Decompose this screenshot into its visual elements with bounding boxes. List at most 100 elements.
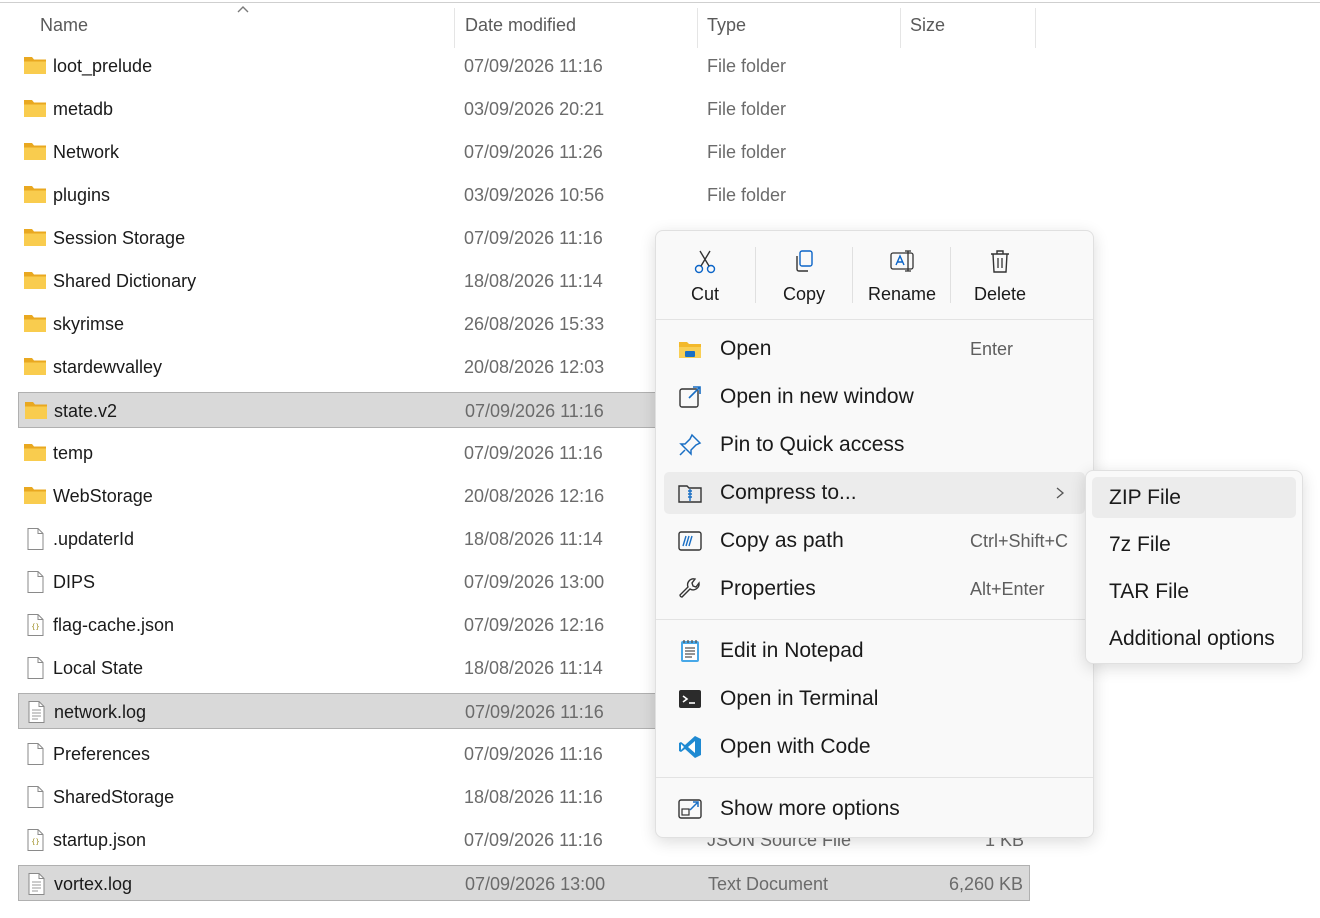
rename-button[interactable]: Rename [854,231,950,319]
file-date-modified: 07/09/2026 11:16 [464,228,603,248]
folder-icon [23,485,47,507]
column-header-name[interactable]: Name [40,4,88,44]
notepad-icon [681,640,699,662]
copy-button[interactable]: Copy [756,231,852,319]
menu-item-open[interactable]: Open Enter [664,328,1085,370]
file-row-network[interactable]: Network 07/09/2026 11:26 File folder [18,134,1030,170]
file-name: loot_prelude [53,56,153,76]
cut-label: Cut [690,284,719,304]
file-name: Network [53,142,120,162]
column-header-date-modified[interactable]: Date modified [465,4,576,44]
folder-icon [24,400,48,422]
menu-item-label: Open in new window [720,385,914,408]
file-date-modified: 07/09/2026 13:00 [465,874,606,894]
menu-item-show-more-options[interactable]: Show more options [664,788,1085,830]
file-type: File folder [707,99,787,119]
menu-item-pin-quick-access[interactable]: Pin to Quick access [664,424,1085,466]
file-date-modified: 07/09/2026 11:16 [464,56,603,76]
menu-item-label: Show more options [720,797,900,820]
folder-icon [23,55,47,77]
menu-separator [656,777,1093,778]
submenu-item-label: Additional options [1109,627,1275,650]
column-divider[interactable] [1035,8,1036,48]
submenu-item-label: 7z File [1109,533,1171,556]
menu-item-open-new-window[interactable]: Open in new window [664,376,1085,418]
file-name: metadb [53,99,114,119]
archive-icon [678,485,702,503]
file-size: 6,260 KB [948,874,1023,894]
file-row-plugins[interactable]: plugins 03/09/2026 10:56 File folder [18,177,1030,213]
menu-item-edit-in-notepad[interactable]: Edit in Notepad [664,630,1085,672]
file-name: stardewvalley [53,357,163,377]
file-name: SharedStorage [53,787,175,807]
file-name: Local State [53,658,144,678]
copy-icon [796,250,813,272]
menu-item-label: Copy as path [720,529,844,552]
rename-icon [890,250,914,272]
copy-path-icon [678,531,702,551]
column-divider[interactable] [900,8,901,48]
file-date-modified: 18/08/2026 11:14 [464,271,603,291]
quick-actions-divider [950,247,951,303]
menu-item-label: Properties [720,577,816,600]
sort-ascending-icon[interactable] [236,4,250,14]
submenu-item-zip-file[interactable]: ZIP File [1092,477,1296,518]
column-divider[interactable] [454,8,455,48]
submenu-item-label: ZIP File [1109,486,1181,509]
menu-item-label: Open with Code [720,735,871,758]
menu-item-label: Edit in Notepad [720,639,864,662]
file-row-loot-prelude[interactable]: loot_prelude 07/09/2026 11:16 File folder [18,48,1030,84]
file-type: File folder [707,185,787,205]
menu-item-open-with-code[interactable]: Open with Code [664,726,1085,768]
menu-item-compress-to[interactable]: Compress to... [664,472,1085,514]
file-icon [23,743,47,765]
column-header-bar: Name Date modified Type Size [0,4,1320,48]
submenu-item-7z-file[interactable]: 7z File [1092,524,1296,565]
file-name: state.v2 [54,401,118,421]
column-header-type[interactable]: Type [707,4,746,44]
file-name: WebStorage [53,486,153,506]
file-date-modified: 07/09/2026 11:16 [464,830,603,850]
menu-separator [656,319,1093,320]
file-date-modified: 07/09/2026 11:16 [464,744,603,764]
file-name: network.log [54,702,147,722]
file-name: Session Storage [53,228,186,248]
file-name: startup.json [53,830,147,850]
file-row-metadb[interactable]: metadb 03/09/2026 20:21 File folder [18,91,1030,127]
folder-icon [23,270,47,292]
submenu-item-tar-file[interactable]: TAR File [1092,571,1296,612]
file-type: File folder [707,56,787,76]
rename-label: Rename [867,284,937,304]
file-date-modified: 18/08/2026 11:16 [464,787,603,807]
file-type: File folder [707,142,787,162]
menu-separator [656,619,1093,620]
file-date-modified: 18/08/2026 11:14 [464,529,603,549]
file-date-modified: 07/09/2026 11:16 [465,702,604,722]
menu-item-copy-as-path[interactable]: Copy as path Ctrl+Shift+C [664,520,1085,562]
menu-item-properties[interactable]: Properties Alt+Enter [664,568,1085,610]
quick-actions-divider [852,247,853,303]
column-header-size[interactable]: Size [910,4,945,44]
column-divider[interactable] [697,8,698,48]
json-file-icon: {} [23,829,47,851]
delete-button[interactable]: Delete [952,231,1048,319]
file-date-modified: 07/09/2026 11:26 [464,142,603,162]
shortcut-text: Enter [970,339,1014,359]
submenu-item-additional-options[interactable]: Additional options [1092,618,1296,659]
pin-icon [679,433,702,456]
file-date-modified: 20/08/2026 12:03 [464,357,605,377]
file-date-modified: 07/09/2026 13:00 [464,572,605,592]
open-external-icon [679,386,701,408]
shortcut-text: Alt+Enter [970,579,1045,599]
menu-item-open-in-terminal[interactable]: Open in Terminal [664,678,1085,720]
chevron-right-icon [1056,487,1065,499]
file-date-modified: 20/08/2026 12:16 [464,486,605,506]
file-row-vortex-log[interactable]: vortex.log 07/09/2026 13:00 Text Document 6… [18,865,1030,901]
cut-button[interactable]: Cut [657,231,753,319]
file-name: plugins [53,185,111,205]
folder-icon [23,184,47,206]
file-icon [23,528,47,550]
menu-item-label: Pin to Quick access [720,433,905,456]
menu-item-label: Compress to... [720,481,857,504]
svg-text:{}: {} [31,623,39,631]
